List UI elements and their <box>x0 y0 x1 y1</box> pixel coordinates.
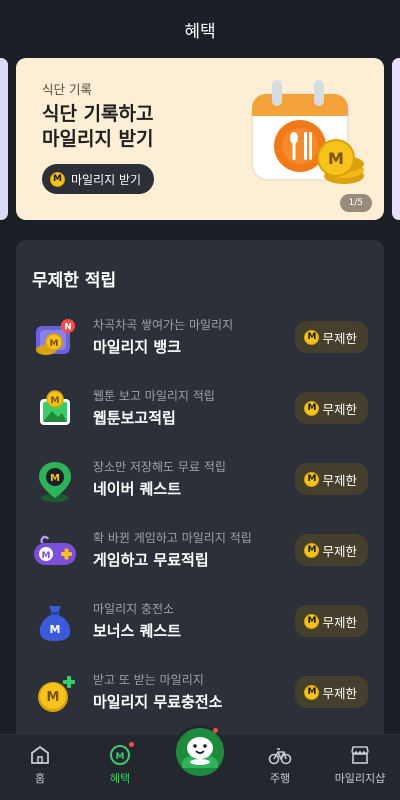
item-subtitle: 받고 또 받는 마일리지 <box>93 673 204 687</box>
tab-label: 주행 <box>269 772 291 785</box>
previous-banner-peek[interactable] <box>0 58 8 220</box>
badge-label: 무제한 <box>322 543 357 559</box>
notification-dot <box>129 742 134 747</box>
mileage-coin-icon: M <box>304 329 320 345</box>
tab-home[interactable]: 홈 <box>0 735 80 800</box>
tab-label: 마일리지샵 <box>334 772 386 785</box>
banner-eyebrow: 식단 기록 <box>42 82 92 97</box>
gamepad-icon: M <box>34 535 76 565</box>
unlimited-badge-button[interactable]: M 무제한 <box>295 321 368 353</box>
unlimited-earning-section: 무제한 적립 M N 차곡차곡 쌓여가는 마일리지 마일리지 뱅크 M 무제한 <box>16 240 384 760</box>
list-item-naver-quest[interactable]: M 장소만 저장해도 무료 적립 네이버 퀘스트 M 무제한 <box>16 452 384 512</box>
get-mileage-label: 마일리지 받기 <box>71 172 142 187</box>
list-item-webtoon[interactable]: M 웹툰 보고 마일리지 적립 웹툰보고적립 M 무제한 <box>16 381 384 441</box>
svg-text:M: M <box>50 623 61 636</box>
list-item-mileage-bank[interactable]: M N 차곡차곡 쌓여가는 마일리지 마일리지 뱅크 M 무제한 <box>16 310 384 370</box>
banner-pager: 1/5 <box>339 194 372 212</box>
mileage-bank-icon: M N <box>36 319 75 355</box>
item-subtitle: 장소만 저장해도 무료 적립 <box>93 460 226 474</box>
item-title: 웹툰보고적립 <box>93 409 176 427</box>
svg-text:M: M <box>50 339 59 349</box>
bottom-tab-bar: 홈 M 혜택 주행 마일리지샵 <box>0 725 400 800</box>
banner-headline: 식단 기록하고 마일리지 받기 <box>42 102 154 152</box>
tab-mileage-shop[interactable]: 마일리지샵 <box>320 735 400 800</box>
tab-benefits[interactable]: M 혜택 <box>80 735 160 800</box>
mileage-coin-icon: M <box>304 400 320 416</box>
character-button[interactable] <box>173 725 227 779</box>
coin-plus-icon: M <box>38 676 75 712</box>
item-subtitle: 웹툰 보고 마일리지 적립 <box>93 389 215 403</box>
item-title: 네이버 퀘스트 <box>93 480 182 498</box>
mileage-coin-icon: M <box>304 542 320 558</box>
character-icon <box>182 737 218 768</box>
svg-text:M: M <box>50 473 60 484</box>
tab-riding[interactable]: 주행 <box>240 735 320 800</box>
mileage-coin-icon: M <box>304 613 320 629</box>
tab-label: 혜택 <box>109 772 131 785</box>
item-title: 마일리지 무료충전소 <box>93 693 223 711</box>
bicycle-icon <box>268 748 292 765</box>
unlimited-badge-button[interactable]: M 무제한 <box>295 463 368 495</box>
unlimited-badge-button[interactable]: M 무제한 <box>295 392 368 424</box>
get-mileage-button[interactable]: M 마일리지 받기 <box>42 164 155 194</box>
item-subtitle: 차곡차곡 쌓여가는 마일리지 <box>93 318 234 332</box>
banner-headline-line2: 마일리지 받기 <box>42 128 154 150</box>
meal-calendar-icon: M <box>251 80 364 184</box>
benefit-icon: M <box>110 745 130 765</box>
list-item-bonus-quest[interactable]: M 마일리지 충전소 보너스 퀘스트 M 무제한 <box>16 594 384 654</box>
badge-label: 무제한 <box>322 472 357 488</box>
section-title: 무제한 적립 <box>32 271 117 291</box>
mileage-coin-icon: M <box>304 471 320 487</box>
webtoon-icon: M <box>40 390 70 425</box>
next-banner-peek[interactable] <box>392 58 400 220</box>
badge-label: 무제한 <box>322 330 357 346</box>
item-title: 보너스 퀘스트 <box>93 622 182 640</box>
money-bag-icon: M <box>39 606 71 641</box>
item-title: 게임하고 무료적립 <box>93 551 209 569</box>
svg-text:M: M <box>116 752 125 762</box>
benefits-screen: 혜택 식단 기록 식단 기록하고 마일리지 받기 M 마일리지 받기 M 1/5… <box>0 0 400 800</box>
unlimited-badge-button[interactable]: M 무제한 <box>295 534 368 566</box>
top-bar: 혜택 <box>0 0 400 58</box>
mileage-coin-icon: M <box>304 684 320 700</box>
new-mark: N <box>64 323 72 333</box>
page-title: 혜택 <box>184 21 216 42</box>
banner-headline-line1: 식단 기록하고 <box>42 103 154 125</box>
svg-text:M: M <box>51 396 60 406</box>
shop-icon <box>351 746 369 764</box>
unlimited-badge-button[interactable]: M 무제한 <box>295 605 368 637</box>
item-subtitle: 확 바뀐 게임하고 마일리지 적립 <box>93 531 252 545</box>
svg-text:M: M <box>328 149 344 168</box>
banner-carousel[interactable]: 식단 기록 식단 기록하고 마일리지 받기 M 마일리지 받기 M 1/5 <box>0 58 400 222</box>
list-item-game[interactable]: M 확 바뀐 게임하고 마일리지 적립 게임하고 무료적립 M 무제한 <box>16 523 384 583</box>
svg-text:M: M <box>42 551 51 561</box>
notification-dot <box>213 728 218 733</box>
badge-label: 무제한 <box>322 614 357 630</box>
svg-text:M: M <box>47 690 60 705</box>
mileage-coin-icon: M <box>50 171 65 187</box>
home-icon <box>31 746 49 764</box>
badge-label: 무제한 <box>322 685 357 701</box>
item-subtitle: 마일리지 충전소 <box>93 602 175 616</box>
map-pin-icon: M <box>39 462 71 502</box>
list-item-free-charge[interactable]: M 받고 또 받는 마일리지 마일리지 무료충전소 M 무제한 <box>16 665 384 725</box>
item-title: 마일리지 뱅크 <box>93 338 182 356</box>
tab-label: 홈 <box>34 772 46 785</box>
promo-banner[interactable]: 식단 기록 식단 기록하고 마일리지 받기 M 마일리지 받기 M 1/5 <box>16 58 384 220</box>
badge-label: 무제한 <box>322 401 357 417</box>
unlimited-badge-button[interactable]: M 무제한 <box>295 676 368 708</box>
